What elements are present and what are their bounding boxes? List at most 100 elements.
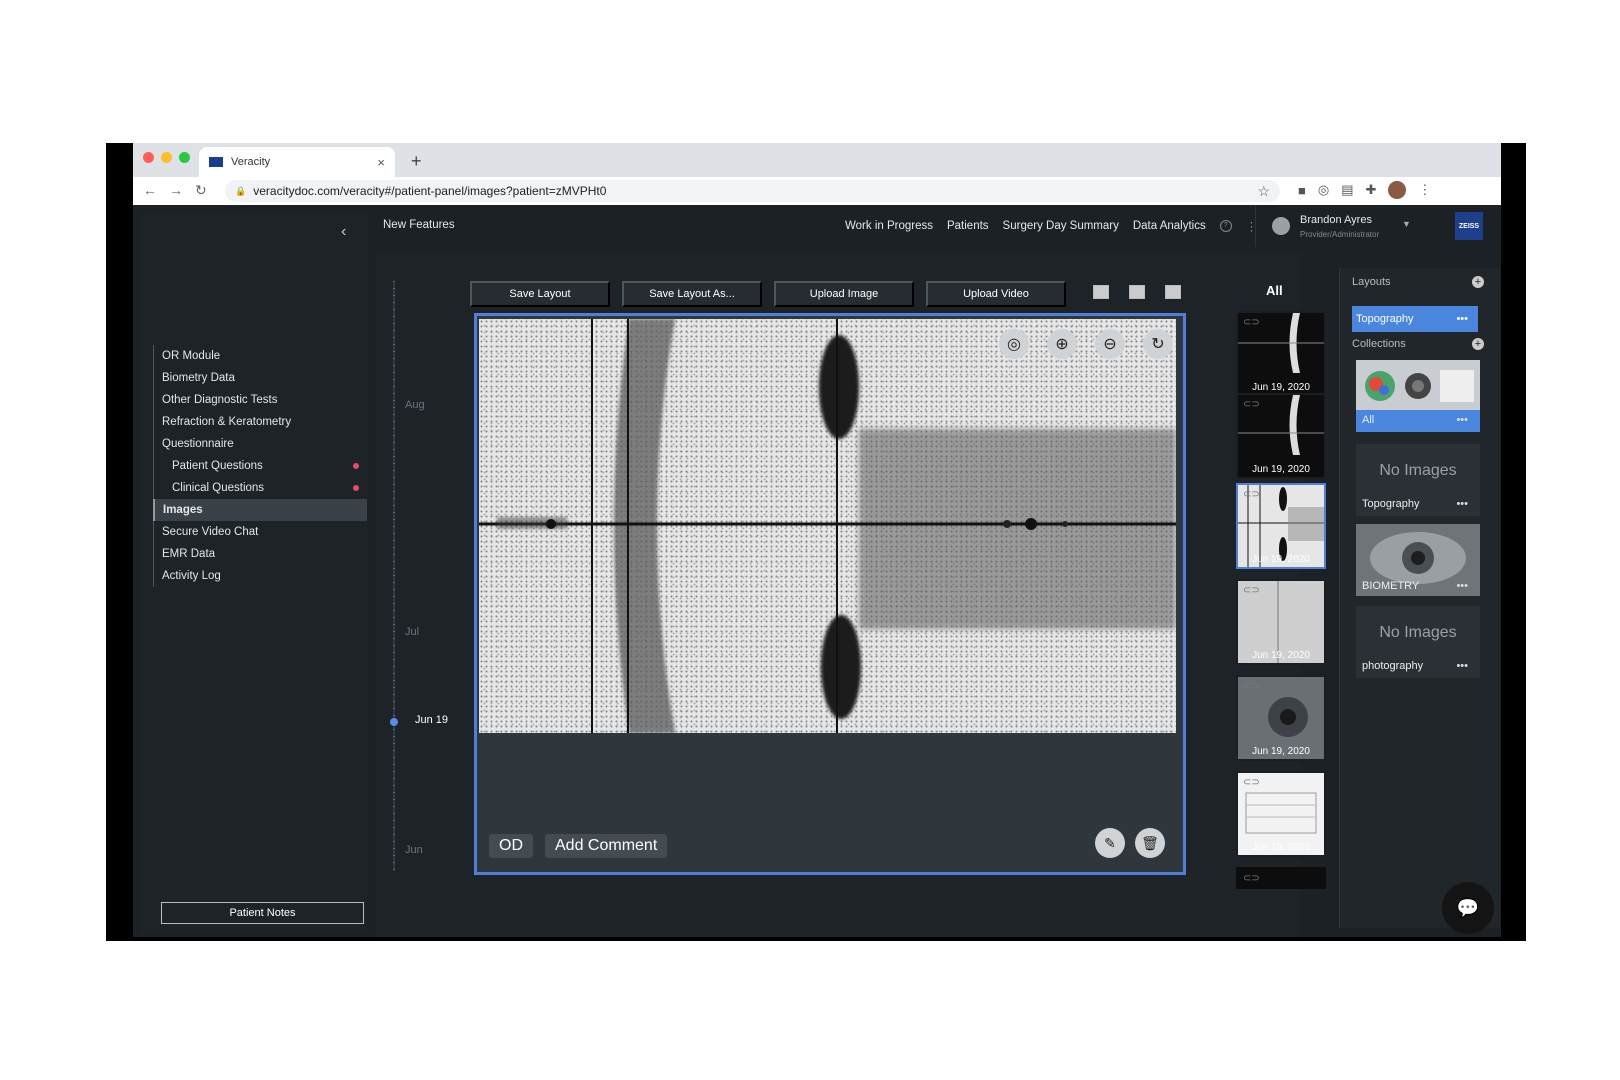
favicon-icon	[209, 157, 223, 167]
thumbnail-item[interactable]: ⊂⊃ Jun 19, 2020	[1236, 771, 1326, 857]
more-icon[interactable]: •••	[1456, 660, 1468, 672]
new-features-link[interactable]: New Features	[383, 219, 455, 231]
thumbnail-item-selected[interactable]: ⊂⊃ Jun 19, 2020	[1236, 483, 1326, 569]
layout-topography[interactable]: Topography •••	[1352, 306, 1478, 332]
back-icon[interactable]: ←	[143, 182, 157, 199]
caret-down-icon[interactable]: ▼	[1402, 219, 1411, 229]
user-icon	[1272, 217, 1290, 235]
single-view-icon[interactable]	[1093, 285, 1109, 299]
thumbnail-item[interactable]: ⊂⊃ Jun 19, 2020	[1236, 579, 1326, 665]
image-workspace: Aug Jul Jun Jun 19 Save Layout Save Layo…	[375, 253, 1301, 937]
rotate-icon[interactable]: ↻	[1143, 329, 1173, 359]
link-icon: ⊂⊃	[1243, 317, 1260, 328]
viewer-tools: ◎ ⊕ ⊖ ↻	[999, 329, 1173, 359]
link-icon: ⊂⊃	[1243, 777, 1260, 788]
minimize-window-button[interactable]	[161, 152, 172, 163]
thumbnail-date: Jun 19, 2020	[1252, 650, 1310, 661]
timeline-label-jul: Jul	[405, 626, 420, 638]
nav-surgery-day-summary[interactable]: Surgery Day Summary	[1003, 220, 1119, 232]
target-icon[interactable]: ◎	[999, 329, 1029, 359]
reload-icon[interactable]: ↻	[195, 182, 207, 199]
timeline-marker[interactable]	[390, 718, 398, 726]
nav-data-analytics[interactable]: Data Analytics	[1133, 220, 1206, 232]
add-collection-icon[interactable]: +	[1472, 338, 1484, 350]
maximize-window-button[interactable]	[179, 152, 190, 163]
more-icon[interactable]: •••	[1456, 580, 1468, 592]
more-icon[interactable]: •••	[1456, 414, 1468, 426]
upload-video-button[interactable]: Upload Video	[926, 281, 1066, 307]
layouts-title: Layouts	[1352, 276, 1391, 288]
no-images-text: No Images	[1379, 624, 1457, 641]
browser-tab[interactable]: Veracity ×	[199, 147, 395, 177]
add-layout-icon[interactable]: +	[1472, 276, 1484, 288]
close-window-button[interactable]	[143, 152, 154, 163]
sidebar-item-questionnaire[interactable]: Questionnaire	[153, 433, 367, 455]
image-viewer[interactable]: ◎ ⊕ ⊖ ↻ OD Add Comment ✎ 🗑	[474, 313, 1186, 875]
collection-biometry[interactable]: BIOMETRY •••	[1356, 524, 1480, 596]
sidebar-item-biometry-data[interactable]: Biometry Data	[153, 367, 367, 389]
timeline-selected-date: Jun 19	[415, 714, 449, 726]
no-images-text: No Images	[1379, 462, 1457, 479]
collection-topography[interactable]: No Images Topography •••	[1356, 444, 1480, 516]
sidebar-item-other-diagnostic-tests[interactable]: Other Diagnostic Tests	[153, 389, 367, 411]
sidebar-item-activity-log[interactable]: Activity Log	[153, 565, 367, 587]
timeline-label-aug: Aug	[405, 399, 425, 411]
nav-patients[interactable]: Patients	[947, 220, 989, 232]
collection-photography[interactable]: No Images photography •••	[1356, 606, 1480, 678]
address-bar[interactable]: 🔒 veracitydoc.com/veracity#/patient-pane…	[225, 180, 1280, 202]
sidebar-item-images[interactable]: Images	[153, 499, 367, 521]
more-icon[interactable]: •••	[1456, 498, 1468, 510]
zoom-in-icon[interactable]: ⊕	[1047, 329, 1077, 359]
save-layout-button[interactable]: Save Layout	[470, 281, 610, 307]
upload-image-button[interactable]: Upload Image	[774, 281, 914, 307]
thumbnail-item[interactable]: ⊂⊃	[1236, 867, 1326, 889]
thumbnail-filter-all[interactable]: All	[1266, 283, 1283, 298]
extension-icon[interactable]: ■	[1298, 183, 1306, 198]
close-tab-icon[interactable]: ×	[377, 155, 385, 170]
kebab-menu-icon[interactable]: ⋮	[1418, 182, 1431, 198]
forward-icon[interactable]: →	[169, 182, 183, 199]
sidebar-item-secure-video-chat[interactable]: Secure Video Chat	[153, 521, 367, 543]
link-icon: ⊂⊃	[1243, 873, 1260, 884]
layout-label: Topography	[1356, 313, 1414, 325]
chevron-left-icon[interactable]: ‹	[341, 223, 346, 241]
more-icon[interactable]: •••	[1456, 313, 1468, 325]
toolbar: Save Layout Save Layout As... Upload Ima…	[470, 281, 1066, 307]
thumbnail-date: Jun 19, 2020	[1252, 842, 1310, 853]
user-menu[interactable]: Brandon Ayres Provider/Administrator ▼	[1255, 205, 1448, 247]
ultrasound-image[interactable]: ◎ ⊕ ⊖ ↻	[479, 319, 1176, 733]
user-role: Provider/Administrator	[1300, 230, 1380, 239]
star-icon[interactable]: ☆	[1257, 183, 1270, 200]
save-layout-as-button[interactable]: Save Layout As...	[622, 281, 762, 307]
grid-view-icon[interactable]	[1165, 285, 1181, 299]
pencil-icon[interactable]: ✎	[1095, 828, 1125, 858]
add-comment-button[interactable]: Add Comment	[545, 834, 668, 858]
notification-dot	[353, 485, 359, 491]
chat-icon[interactable]: 💬	[1442, 882, 1494, 934]
timeline-ticks	[393, 281, 395, 871]
thumbnail-item[interactable]: ⊂⊃ Jun 19, 2020	[1236, 393, 1326, 479]
link-icon: ⊂⊃	[1243, 681, 1260, 692]
split-view-icon[interactable]	[1129, 285, 1145, 299]
zoom-out-icon[interactable]: ⊖	[1095, 329, 1125, 359]
sidebar-item-clinical-questions[interactable]: Clinical Questions	[153, 477, 367, 499]
sidebar-item-emr-data[interactable]: EMR Data	[153, 543, 367, 565]
sidebar-item-patient-questions[interactable]: Patient Questions	[153, 455, 367, 477]
help-icon[interactable]: ?	[1219, 220, 1232, 232]
sidebar-item-refraction[interactable]: Refraction & Keratometry	[153, 411, 367, 433]
puzzle-icon[interactable]: ✚	[1366, 182, 1377, 198]
scan-graphic	[479, 319, 1176, 733]
thumbnail-item[interactable]: ⊂⊃ Jun 19, 2020	[1236, 675, 1326, 761]
new-tab-icon[interactable]: +	[411, 151, 422, 172]
extension-icon[interactable]: ◎	[1318, 182, 1329, 198]
avatar[interactable]	[1388, 181, 1407, 199]
extension-icon[interactable]: ▤	[1341, 182, 1353, 198]
nav-work-in-progress[interactable]: Work in Progress	[845, 220, 933, 232]
trash-icon[interactable]: 🗑	[1135, 828, 1165, 858]
collection-all[interactable]: All •••	[1356, 360, 1480, 432]
sidebar-item-or-module[interactable]: OR Module	[153, 345, 367, 367]
thumbnail-date: Jun 19, 2020	[1252, 746, 1310, 757]
timeline[interactable]: Aug Jul Jun Jun 19	[385, 281, 465, 881]
thumbnail-item[interactable]: ⊂⊃ Jun 19, 2020	[1236, 311, 1326, 397]
patient-notes-button[interactable]: Patient Notes	[161, 902, 364, 924]
